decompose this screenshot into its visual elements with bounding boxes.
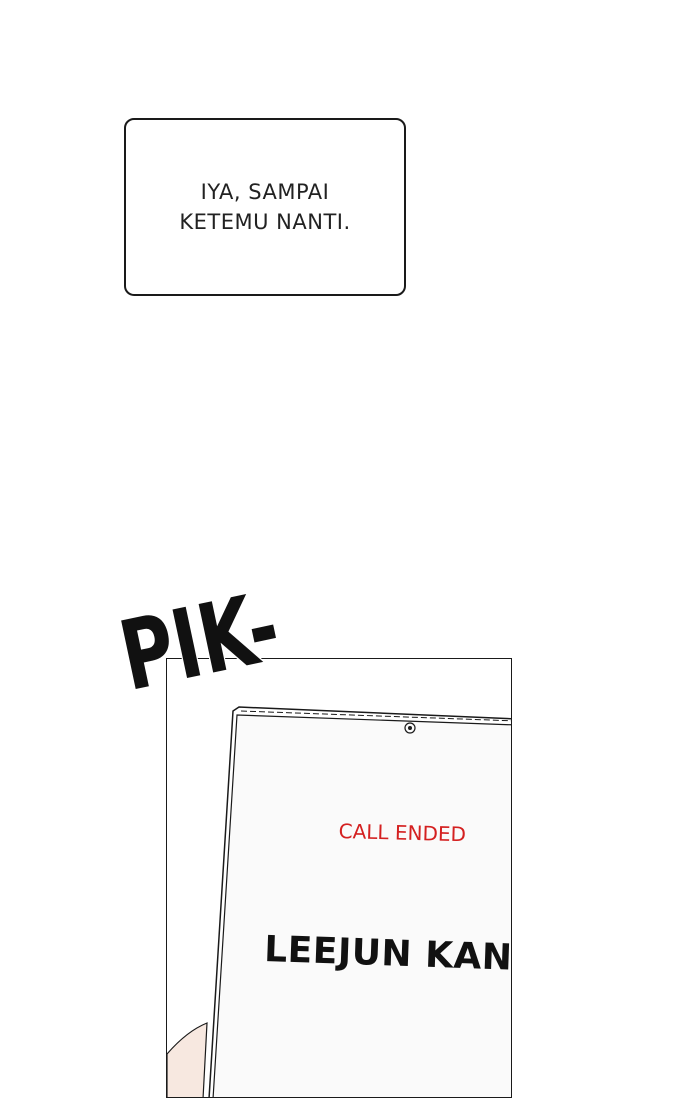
speech-line-2: KETEMU NANTI. — [179, 210, 351, 234]
speech-bubble: IYA, SAMPAI KETEMU NANTI. — [124, 118, 406, 296]
phone-illustration — [167, 706, 511, 1097]
hand-shape — [167, 1022, 208, 1097]
phone-panel: CALL ENDED LEEJUN KANG — [166, 658, 512, 1098]
speech-line-1: IYA, SAMPAI — [200, 180, 330, 204]
call-status-label: CALL ENDED — [338, 819, 467, 847]
phone-screen — [212, 714, 511, 1097]
